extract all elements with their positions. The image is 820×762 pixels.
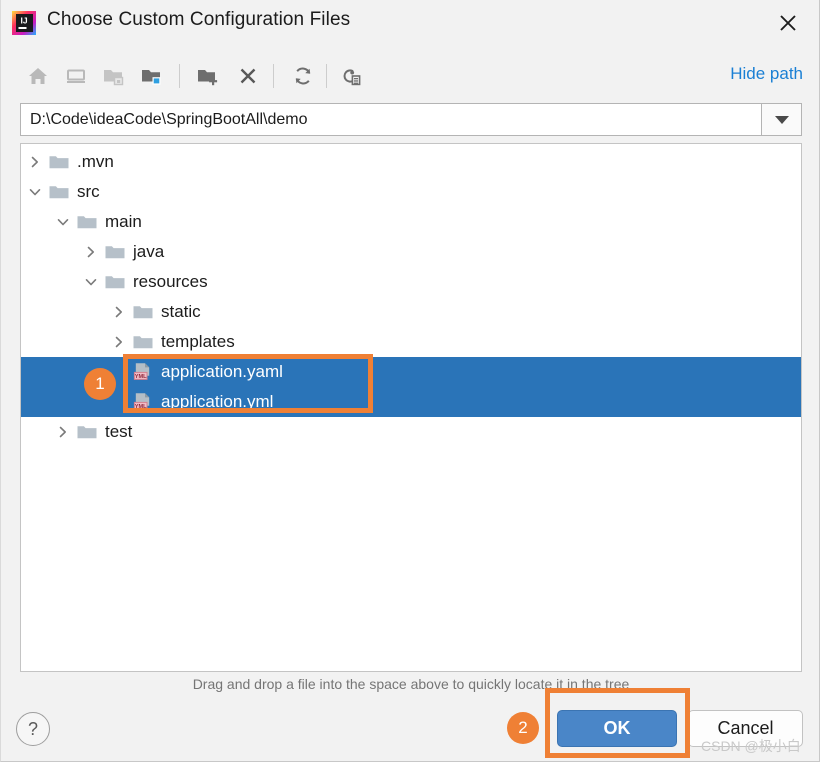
path-row (20, 103, 802, 136)
chevron-right-icon[interactable] (27, 154, 43, 170)
desktop-icon[interactable] (59, 56, 93, 96)
tree-row-label: resources (133, 272, 208, 291)
new-folder-icon[interactable] (191, 56, 225, 96)
tree-row-label: .mvn (77, 152, 114, 171)
home-icon[interactable] (21, 56, 55, 96)
tree-row[interactable]: templates (21, 327, 801, 357)
tree-row[interactable]: src (21, 177, 801, 207)
tree-row[interactable]: YML application.yaml (21, 357, 801, 387)
toolbar-separator-2 (273, 64, 274, 88)
cancel-button[interactable]: Cancel (688, 710, 803, 747)
navigation-toolbar: Hide path (1, 56, 819, 100)
chevron-down-icon[interactable] (27, 184, 43, 200)
tree-row[interactable]: main (21, 207, 801, 237)
ok-button[interactable]: OK (557, 710, 677, 747)
module-folder-icon[interactable] (135, 56, 169, 96)
intellij-idea-logo-icon: IJ (12, 11, 36, 35)
tree-row[interactable]: YML application.yml (21, 387, 801, 417)
yml-file-icon: YML (133, 392, 153, 412)
close-icon[interactable] (765, 4, 811, 42)
tree-row[interactable]: static (21, 297, 801, 327)
tree-row-label: static (161, 302, 201, 321)
tree-row[interactable]: java (21, 237, 801, 267)
folder-icon (49, 184, 69, 200)
tree-row-label: application.yml (161, 392, 274, 411)
tree-row[interactable]: .mvn (21, 147, 801, 177)
tree-row-label: test (105, 422, 133, 441)
folder-icon (133, 304, 153, 320)
tree-row[interactable]: test (21, 417, 801, 447)
tree-row-label: main (105, 212, 142, 231)
dialog-title: Choose Custom Configuration Files (47, 9, 351, 30)
chevron-right-icon[interactable] (111, 304, 127, 320)
folder-icon (49, 154, 69, 170)
folder-icon (77, 424, 97, 440)
project-folder-icon[interactable] (97, 56, 131, 96)
help-button[interactable]: ? (16, 712, 50, 746)
chevron-right-icon[interactable] (83, 244, 99, 260)
delete-icon[interactable] (231, 56, 265, 96)
tree-row[interactable]: resources (21, 267, 801, 297)
file-tree: .mvn src main java resources static templates … (21, 144, 801, 671)
drag-drop-hint: Drag and drop a file into the space abov… (192, 676, 630, 692)
annotation-badge-2: 2 (507, 712, 539, 744)
hide-path-link[interactable]: Hide path (730, 64, 803, 84)
chevron-down-icon[interactable] (55, 214, 71, 230)
svg-text:IJ: IJ (20, 16, 27, 26)
chevron-right-icon[interactable] (111, 334, 127, 350)
tree-row-label: src (77, 182, 100, 201)
tree-row-label: java (133, 242, 165, 261)
chevron-down-icon[interactable] (83, 274, 99, 290)
folder-icon (105, 244, 125, 260)
refresh-icon[interactable] (286, 56, 320, 96)
chevron-down-icon (774, 115, 789, 124)
toolbar-separator-3 (326, 64, 327, 88)
file-chooser-dialog: IJ Choose Custom Configuration Files Hid… (0, 0, 820, 762)
tree-row-label: templates (161, 332, 235, 351)
svg-text:YML: YML (135, 404, 147, 410)
path-dropdown-button[interactable] (762, 103, 802, 136)
folder-icon (105, 274, 125, 290)
show-hidden-icon[interactable] (334, 56, 368, 96)
chevron-right-icon[interactable] (55, 424, 71, 440)
svg-text:YML: YML (135, 374, 147, 380)
path-input[interactable] (20, 103, 762, 136)
folder-icon (77, 214, 97, 230)
title-bar: IJ Choose Custom Configuration Files (1, 0, 819, 46)
tree-row-label: application.yaml (161, 362, 283, 381)
file-tree-panel[interactable]: .mvn src main java resources static templates … (20, 143, 802, 672)
yml-file-icon: YML (133, 362, 153, 382)
toolbar-separator-1 (179, 64, 180, 88)
folder-icon (133, 334, 153, 350)
